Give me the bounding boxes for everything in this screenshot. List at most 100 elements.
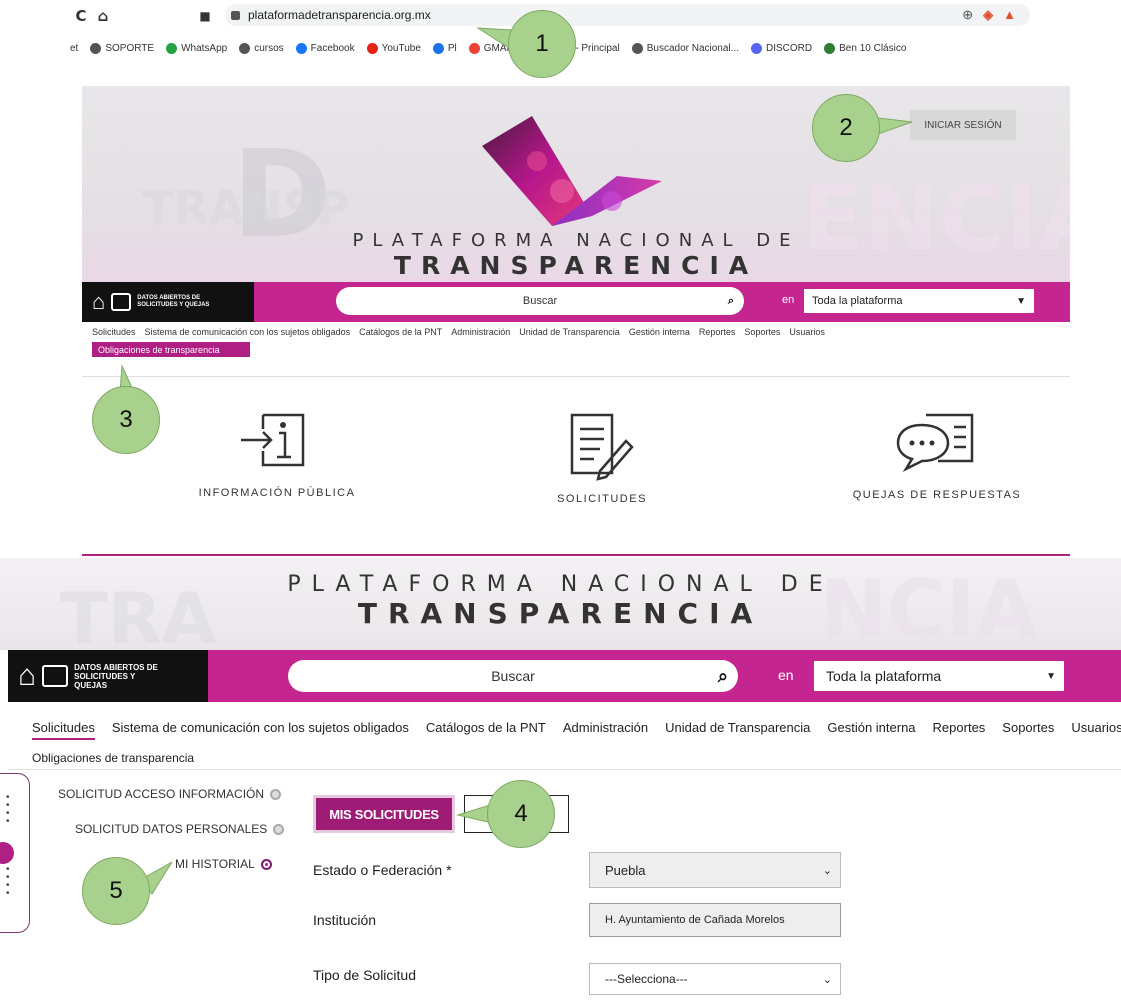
extension-alert-icon[interactable]: ▲ xyxy=(1003,7,1016,23)
bookmark-label: SOPORTE xyxy=(105,42,155,54)
main-menu: Solicitudes Sistema de comunicación con l… xyxy=(32,720,1121,740)
scope-value: Toda la plataforma xyxy=(826,668,942,684)
menu-item[interactable]: Soportes xyxy=(744,327,780,337)
zoom-icon[interactable]: ⊕ xyxy=(962,7,973,23)
menu-item[interactable]: Unidad de Transparencia xyxy=(519,327,620,337)
bookmark-label: Ben 10 Clásico xyxy=(839,42,907,54)
house-icon[interactable]: ⌂ xyxy=(18,659,36,693)
side-drawer-handle[interactable]: • • • • • • • • xyxy=(0,773,30,933)
home-icon[interactable]: ⌂ xyxy=(92,7,114,25)
drawer-toggle-icon[interactable] xyxy=(0,842,14,864)
option-mi-historial[interactable]: MI HISTORIAL xyxy=(175,857,272,871)
site-title: PLATAFORMA NACIONAL DE TRANSPARENCIA xyxy=(0,572,1121,630)
institucion-field[interactable]: H. Ayuntamiento de Cañada Morelos xyxy=(589,903,841,937)
card-label: INFORMACIÓN PÚBLICA xyxy=(198,487,356,499)
menu-item[interactable]: Soportes xyxy=(1002,720,1054,740)
scope-value: Toda la plataforma xyxy=(812,295,903,307)
bookmark-item[interactable]: cursos xyxy=(239,42,284,54)
menu-item[interactable]: Administración xyxy=(451,327,510,337)
bookmark-item[interactable]: Buscador Nacional... xyxy=(631,42,739,54)
mis-solicitudes-button[interactable]: MIS SOLICITUDES xyxy=(313,795,455,833)
menu-item[interactable]: Sistema de comunicación con los sujetos … xyxy=(112,720,409,740)
bookmark-item[interactable]: et xyxy=(70,43,78,54)
bookmark-item[interactable]: Ben 10 Clásico xyxy=(824,42,907,54)
info-entry-icon xyxy=(241,413,305,467)
search-input[interactable]: Buscar ⌕ xyxy=(288,660,738,692)
option-acceso-informacion[interactable]: SOLICITUD ACCESO INFORMACIÓN xyxy=(58,787,282,801)
extension-brave-icon[interactable]: ◈ xyxy=(983,7,993,23)
bookmark-item[interactable]: Facebook xyxy=(295,42,355,54)
menu-item[interactable]: Unidad de Transparencia xyxy=(665,720,810,740)
house-icon[interactable]: ⌂ xyxy=(92,289,105,315)
card-informacion-publica[interactable]: INFORMACIÓN PÚBLICA xyxy=(172,411,382,499)
bookmark-favicon-icon xyxy=(432,42,444,54)
search-bar-band: ⌂ DATOS ABIERTOS DE SOLICITUDES Y QUEJAS… xyxy=(8,650,1121,702)
chevron-down-icon: ⌄ xyxy=(822,973,832,986)
menu-item[interactable]: Usuarios xyxy=(1071,720,1121,740)
tipo-select[interactable]: ---Selecciona--- ⌄ xyxy=(589,963,841,995)
menu-item-obligaciones[interactable]: Obligaciones de transparencia xyxy=(92,342,250,357)
site-title-line1: PLATAFORMA NACIONAL DE xyxy=(352,230,800,251)
card-quejas[interactable]: QUEJAS DE RESPUESTAS xyxy=(842,411,1032,501)
chevron-down-icon: ▼ xyxy=(1046,670,1056,682)
option-datos-personales[interactable]: SOLICITUD DATOS PERSONALES xyxy=(75,822,285,836)
menu-item[interactable]: Catálogos de la PNT xyxy=(426,720,546,740)
bookmark-item[interactable]: SOPORTE xyxy=(90,42,155,54)
institucion-value: H. Ayuntamiento de Cañada Morelos xyxy=(605,914,785,926)
document-pencil-icon xyxy=(570,413,634,481)
menu-item[interactable]: Gestión interna xyxy=(827,720,915,740)
card-solicitudes[interactable]: SOLICITUDES xyxy=(512,411,692,505)
option-label: SOLICITUD ACCESO INFORMACIÓN xyxy=(58,787,265,801)
bookmark-icon[interactable]: ■ xyxy=(194,9,216,23)
bookmark-label: Facebook xyxy=(310,42,355,54)
option-label: SOLICITUD DATOS PERSONALES xyxy=(75,822,268,836)
radio-icon[interactable] xyxy=(273,823,285,835)
site-title-line2: TRANSPARENCIA xyxy=(357,597,764,630)
menu-item[interactable]: Solicitudes xyxy=(32,720,95,740)
scope-select[interactable]: Toda la plataforma ▼ xyxy=(804,289,1034,313)
hero-banner: D TRANSP ENCIA PLATAFORMA NACIO xyxy=(82,86,1070,282)
card-label: SOLICITUDES xyxy=(557,493,647,505)
estado-select[interactable]: Puebla ⌄ xyxy=(589,852,841,888)
menu-item[interactable]: Catálogos de la PNT xyxy=(359,327,442,337)
menu-item[interactable]: Administración xyxy=(563,720,648,740)
reload-icon[interactable]: C xyxy=(70,7,92,25)
divider xyxy=(8,769,1121,770)
search-bar-band: ⌂ DATOS ABIERTOS DE SOLICITUDES Y QUEJAS… xyxy=(82,282,1070,322)
radio-selected-icon[interactable] xyxy=(260,858,272,870)
bookmark-label: YouTube xyxy=(381,42,421,54)
bookmark-item[interactable]: Pl xyxy=(432,42,457,54)
pnt-logo-icon xyxy=(482,116,662,226)
bookmark-label: et xyxy=(70,42,79,54)
menu-item-obligaciones[interactable]: Obligaciones de transparencia xyxy=(32,751,194,765)
bookmark-item[interactable]: YouTube xyxy=(366,42,421,54)
menu-item[interactable]: Sistema de comunicación con los sujetos … xyxy=(145,327,351,337)
home-block[interactable]: ⌂ DATOS ABIERTOS DE SOLICITUDES Y QUEJAS xyxy=(82,282,254,322)
callout-1: 1 xyxy=(508,10,576,78)
search-icon[interactable]: ⌕ xyxy=(728,295,734,308)
bookmark-label: Pl xyxy=(447,42,457,54)
address-bar[interactable]: plataformadetransparencia.org.mx ⊕ ◈ ▲ xyxy=(225,4,1030,26)
callout-5: 5 xyxy=(82,857,150,925)
bookmark-item[interactable]: WhatsApp xyxy=(166,42,228,54)
search-input[interactable]: Buscar ⌕ xyxy=(336,287,744,315)
site-title-line1: PLATAFORMA NACIONAL DE xyxy=(287,572,834,597)
menu-item[interactable]: Solicitudes xyxy=(92,327,136,337)
institucion-label: Institución xyxy=(313,912,377,928)
home-block[interactable]: ⌂ DATOS ABIERTOS DE SOLICITUDES Y QUEJAS xyxy=(8,650,208,702)
menu-item[interactable]: Reportes xyxy=(699,327,736,337)
menu-item[interactable]: Usuarios xyxy=(789,327,825,337)
bookmark-item[interactable]: DISCORD xyxy=(751,42,812,54)
menu-item[interactable]: Gestión interna xyxy=(629,327,690,337)
bookmark-label: WhatsApp xyxy=(181,42,228,54)
search-icon[interactable]: ⌕ xyxy=(718,666,728,687)
callout-2: 2 xyxy=(812,94,880,162)
radio-icon[interactable] xyxy=(270,788,282,800)
login-button[interactable]: INICIAR SESIÓN xyxy=(910,110,1016,140)
site-bottom-screenshot: TRA NCIA PLATAFORMA NACIONAL DE TRANSPAR… xyxy=(0,558,1121,1002)
open-data-label: DATOS ABIERTOS DE SOLICITUDES Y QUEJAS xyxy=(137,295,210,308)
bookmark-label: cursos xyxy=(254,42,284,54)
menu-item[interactable]: Reportes xyxy=(933,720,986,740)
bookmark-label: Buscador Nacional... xyxy=(646,42,739,54)
scope-select[interactable]: Toda la plataforma ▼ xyxy=(814,661,1064,691)
